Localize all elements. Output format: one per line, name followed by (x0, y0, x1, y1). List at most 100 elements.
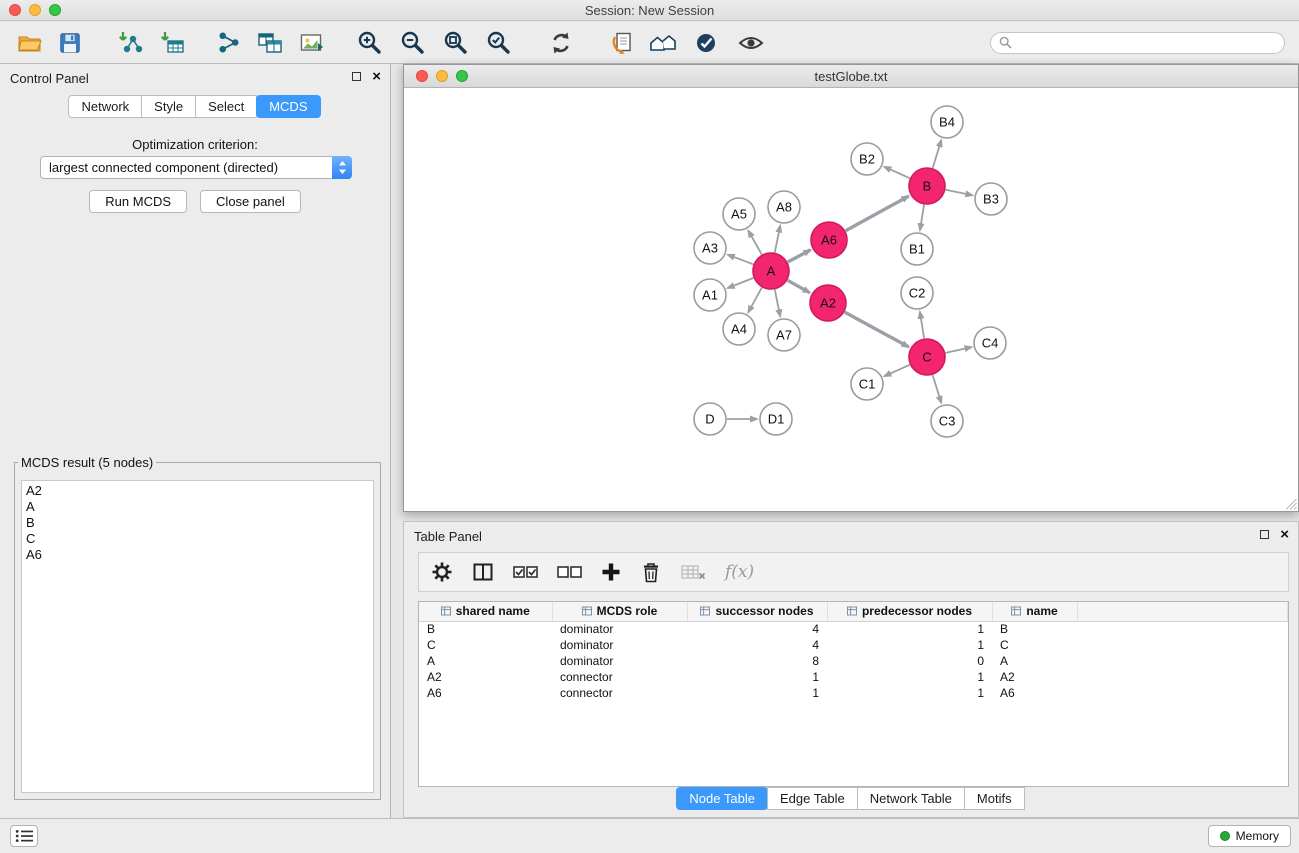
edge-A-A6[interactable] (788, 250, 811, 262)
node-C3[interactable]: C3 (931, 405, 963, 437)
edge-A6-B[interactable] (846, 196, 909, 231)
zoom-out-button[interactable] (397, 26, 429, 60)
edge-A-A5[interactable] (748, 231, 761, 255)
node-D[interactable]: D (694, 403, 726, 435)
node-C1[interactable]: C1 (851, 368, 883, 400)
delete-columns-button[interactable] (640, 559, 662, 585)
cell[interactable]: A (419, 653, 552, 669)
table-row[interactable]: A2connector11A2 (419, 669, 1288, 685)
table-row[interactable]: A6connector11A6 (419, 685, 1288, 701)
maximize-window-button[interactable] (49, 4, 61, 16)
cell[interactable]: 1 (827, 669, 992, 685)
node-B1[interactable]: B1 (901, 233, 933, 265)
edge-A-A1[interactable] (728, 278, 754, 288)
cell[interactable]: connector (552, 669, 687, 685)
cell[interactable]: A2 (419, 669, 552, 685)
node-A5[interactable]: A5 (723, 198, 755, 230)
cell[interactable]: A2 (992, 669, 1077, 685)
edge-B-B3[interactable] (946, 190, 973, 195)
node-B3[interactable]: B3 (975, 183, 1007, 215)
run-mcds-button[interactable]: Run MCDS (89, 190, 187, 213)
node-A8[interactable]: A8 (768, 191, 800, 223)
edge-A2-C[interactable] (845, 312, 909, 347)
function-builder-button[interactable]: f(x) (725, 559, 754, 585)
column-header-predecessor-nodes[interactable]: predecessor nodes (827, 602, 992, 621)
tab-node-table[interactable]: Node Table (676, 787, 768, 810)
tab-select[interactable]: Select (195, 95, 257, 118)
column-header-shared-name[interactable]: shared name (419, 602, 552, 621)
tab-style[interactable]: Style (141, 95, 196, 118)
cell[interactable]: dominator (552, 637, 687, 653)
cell[interactable]: dominator (552, 653, 687, 669)
cell[interactable]: 4 (687, 637, 827, 653)
edge-C-C2[interactable] (920, 312, 924, 338)
memory-button[interactable]: Memory (1208, 825, 1291, 847)
edge-C-C3[interactable] (933, 375, 942, 403)
node-D1[interactable]: D1 (760, 403, 792, 435)
export-image-button[interactable] (296, 26, 328, 60)
resize-grip-icon[interactable] (1286, 499, 1297, 510)
cell[interactable]: A (992, 653, 1077, 669)
cell[interactable]: 1 (827, 685, 992, 701)
tab-mcds[interactable]: MCDS (256, 95, 320, 118)
cell[interactable]: 1 (687, 685, 827, 701)
node-C2[interactable]: C2 (901, 277, 933, 309)
tab-edge-table[interactable]: Edge Table (767, 787, 858, 810)
edge-C-C4[interactable] (946, 347, 972, 353)
new-network-button[interactable] (212, 26, 244, 60)
network-maximize-button[interactable] (456, 70, 468, 82)
edge-A-A2[interactable] (788, 280, 810, 292)
show-hide-button[interactable] (735, 26, 767, 60)
import-network-button[interactable] (114, 26, 146, 60)
edge-A-A3[interactable] (728, 255, 753, 265)
float-table-panel-button[interactable] (1260, 530, 1269, 539)
new-table-button[interactable] (254, 26, 286, 60)
cell[interactable]: 1 (827, 621, 992, 637)
home-button[interactable] (647, 26, 679, 60)
minimize-window-button[interactable] (29, 4, 41, 16)
mcds-result-item[interactable]: B (26, 515, 369, 531)
zoom-selected-button[interactable] (483, 26, 515, 60)
node-B4[interactable]: B4 (931, 106, 963, 138)
apply-style-button[interactable] (691, 26, 723, 60)
node-B2[interactable]: B2 (851, 143, 883, 175)
table-settings-button[interactable] (431, 559, 453, 585)
mcds-result-item[interactable]: C (26, 531, 369, 547)
task-history-button[interactable] (10, 825, 38, 847)
node-A[interactable]: A (753, 253, 789, 289)
cell[interactable]: 8 (687, 653, 827, 669)
edge-A-A8[interactable] (775, 226, 780, 253)
open-session-button[interactable] (14, 26, 46, 60)
network-minimize-button[interactable] (436, 70, 448, 82)
select-all-button[interactable] (513, 559, 538, 585)
cell[interactable]: 0 (827, 653, 992, 669)
cell[interactable]: 4 (687, 621, 827, 637)
optimization-criterion-select[interactable]: largest connected component (directed) (40, 156, 352, 179)
edge-A-A7[interactable] (775, 290, 780, 317)
add-column-button[interactable] (601, 559, 621, 585)
close-window-button[interactable] (9, 4, 21, 16)
column-header-successor-nodes[interactable]: successor nodes (687, 602, 827, 621)
network-close-button[interactable] (416, 70, 428, 82)
first-neighbors-button[interactable] (607, 26, 639, 60)
cell[interactable]: A6 (992, 685, 1077, 701)
edge-B-B2[interactable] (884, 167, 909, 178)
edge-A-A4[interactable] (748, 288, 762, 313)
close-panel-button-cp[interactable]: Close panel (200, 190, 301, 213)
mcds-result-item[interactable]: A2 (26, 483, 369, 499)
node-C[interactable]: C (909, 339, 945, 375)
close-panel-button[interactable]: × (372, 71, 381, 82)
close-table-panel-button[interactable]: × (1280, 529, 1289, 540)
cell[interactable]: A6 (419, 685, 552, 701)
tab-network[interactable]: Network (68, 95, 142, 118)
mcds-result-item[interactable]: A (26, 499, 369, 515)
node-B[interactable]: B (909, 168, 945, 204)
node-A2[interactable]: A2 (810, 285, 846, 321)
edge-B-B4[interactable] (933, 140, 942, 168)
column-header-name[interactable]: name (992, 602, 1077, 621)
zoom-in-button[interactable] (354, 26, 386, 60)
save-session-button[interactable] (54, 26, 86, 60)
refresh-button[interactable] (545, 26, 577, 60)
delete-table-button[interactable] (681, 559, 706, 585)
node-C4[interactable]: C4 (974, 327, 1006, 359)
